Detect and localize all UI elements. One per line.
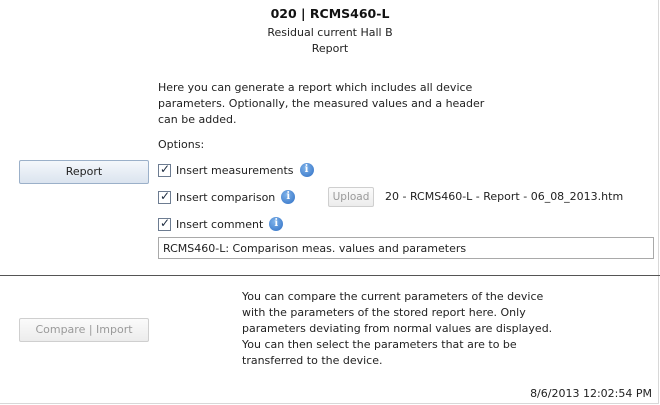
section-title: Report <box>311 42 349 55</box>
comment-input[interactable] <box>158 237 654 259</box>
info-icon[interactable]: i <box>269 217 284 231</box>
option-insert-comment[interactable]: Insert comment i <box>158 216 284 232</box>
device-subtitle: Residual current Hall B <box>267 26 393 39</box>
device-title: 020 | RCMS460-L <box>270 6 390 21</box>
measurements-checkbox[interactable] <box>158 162 171 177</box>
info-icon[interactable]: i <box>281 190 296 204</box>
comment-label: Insert comment <box>176 217 264 231</box>
options-label: Options: <box>158 138 205 151</box>
comment-checkbox[interactable] <box>158 216 171 231</box>
section-divider <box>0 275 660 276</box>
info-icon[interactable]: i <box>299 163 314 177</box>
option-insert-comparison[interactable]: Insert comparison i <box>158 189 296 205</box>
compare-import-button[interactable]: Compare | Import <box>19 318 149 342</box>
report-panel: 020 | RCMS460-L Residual current Hall B … <box>0 0 660 404</box>
report-description: Here you can generate a report which inc… <box>158 81 485 126</box>
measurements-label: Insert measurements <box>176 163 294 177</box>
upload-button[interactable]: Upload <box>328 187 374 207</box>
option-insert-measurements[interactable]: Insert measurements i <box>158 162 314 178</box>
comparison-checkbox[interactable] <box>158 189 171 204</box>
report-button[interactable]: Report <box>19 160 149 184</box>
timestamp: 8/6/2013 12:02:54 PM <box>530 387 652 400</box>
compare-description: You can compare the current parameters o… <box>242 290 553 367</box>
report-filename: 20 - RCMS460-L - Report - 06_08_2013.htm <box>385 190 624 203</box>
comparison-label: Insert comparison <box>176 190 276 204</box>
